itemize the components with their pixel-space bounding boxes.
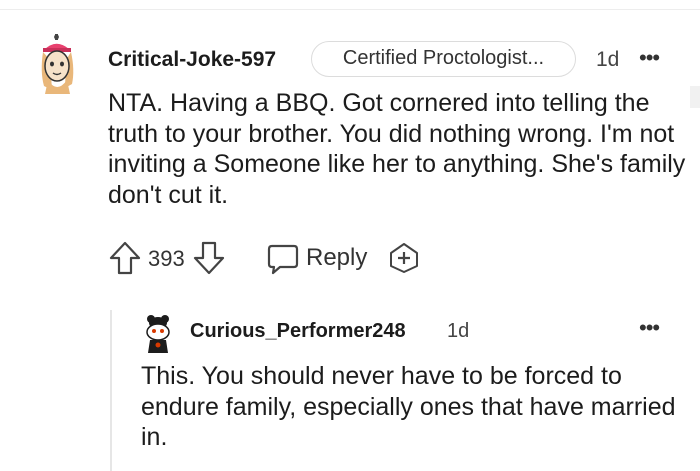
user-avatar[interactable] [34, 34, 84, 94]
reply-label: Reply [306, 244, 368, 271]
top-divider [0, 9, 700, 10]
reply-author[interactable]: Curious_Performer248 [190, 319, 406, 343]
vote-count: 393 [148, 246, 185, 271]
reply-timestamp: 1d [447, 320, 470, 342]
award-icon[interactable] [388, 242, 420, 274]
reply-bubble-icon [267, 244, 299, 275]
comment-author[interactable]: Critical-Joke-597 [108, 47, 276, 73]
reply-more-options-icon[interactable]: ••• [639, 317, 660, 339]
snoo-avatar-icon [146, 315, 170, 353]
scrollbar-thumb[interactable] [690, 86, 700, 108]
thread-line[interactable] [110, 310, 112, 471]
downvote-arrow-icon[interactable] [192, 240, 226, 276]
reply-button[interactable]: Reply [266, 240, 396, 276]
avatar-illustration-icon [41, 34, 74, 94]
reply-body: This. You should never have to be forced… [141, 362, 676, 451]
comment-timestamp: 1d [596, 48, 620, 71]
more-options-icon[interactable]: ••• [639, 47, 660, 69]
upvote-arrow-icon[interactable] [108, 240, 142, 276]
reply-user-avatar[interactable] [141, 314, 175, 354]
user-flair: Certified Proctologist... [311, 41, 576, 77]
comment-body: NTA. Having a BBQ. Got cornered into tel… [108, 89, 686, 209]
